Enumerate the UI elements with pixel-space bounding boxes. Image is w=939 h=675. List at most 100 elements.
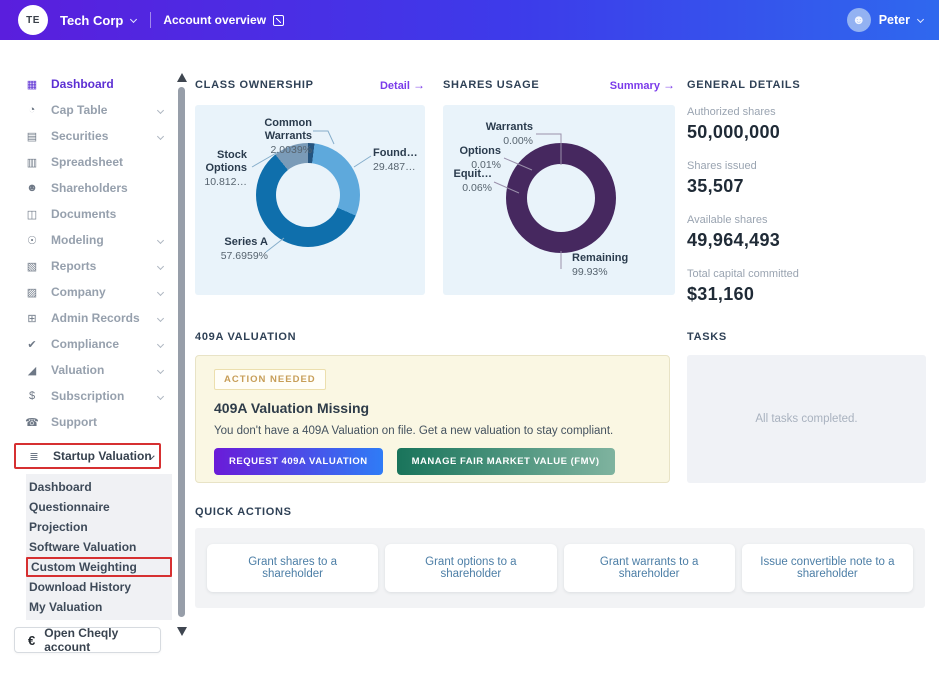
- folder-icon: ◫: [25, 208, 39, 221]
- chevron-down-icon: [157, 288, 164, 295]
- sidebar-item-label: Valuation: [51, 363, 104, 377]
- sidebar-item-subscription[interactable]: $ Subscription: [0, 383, 175, 409]
- chevron-down-icon: [157, 392, 164, 399]
- sidebar-item-shareholders[interactable]: ☻ Shareholders: [0, 175, 175, 201]
- user-name[interactable]: Peter: [879, 13, 910, 27]
- startup-valuation-submenu: Dashboard Questionnaire Projection Softw…: [26, 474, 172, 620]
- submenu-item-my-valuation[interactable]: My Valuation: [26, 597, 172, 617]
- shares-usage-donut-chart[interactable]: [506, 143, 616, 253]
- quick-actions-panel: Grant shares to a shareholder Grant opti…: [195, 528, 925, 608]
- shares-usage-title: SHARES USAGE: [443, 79, 539, 91]
- grant-options-card[interactable]: Grant options to a shareholder: [385, 544, 556, 592]
- sidebar-item-label: Shareholders: [51, 181, 128, 195]
- class-ownership-donut-chart[interactable]: [256, 143, 360, 247]
- building-icon: ▨: [25, 286, 39, 299]
- donut-label-series-a: Series A 57.6959%: [206, 236, 268, 263]
- chart-icon: ◢: [25, 364, 39, 377]
- dollar-icon: $: [25, 390, 39, 402]
- sidebar-item-company[interactable]: ▨ Company: [0, 279, 175, 305]
- sidebar-item-startup-valuation[interactable]: ≣ Startup Valuation: [14, 443, 161, 469]
- sidebar-item-documents[interactable]: ◫ Documents: [0, 201, 175, 227]
- sidebar-item-label: Compliance: [51, 337, 119, 351]
- submenu-item-questionnaire[interactable]: Questionnaire: [26, 497, 172, 517]
- grant-warrants-card[interactable]: Grant warrants to a shareholder: [564, 544, 735, 592]
- chevron-down-icon: [157, 132, 164, 139]
- sidebar-item-modeling[interactable]: ☉ Modeling: [0, 227, 175, 253]
- sidebar-scrollbar-thumb[interactable]: [178, 87, 185, 617]
- sidebar-item-label: Cap Table: [51, 103, 107, 117]
- chevron-down-icon: [157, 366, 164, 373]
- records-icon: ⊞: [25, 312, 39, 325]
- sidebar-item-label: Subscription: [51, 389, 124, 403]
- person-icon: ☻: [25, 182, 39, 194]
- chevron-down-icon: [157, 236, 164, 243]
- chevron-down-icon[interactable]: [130, 15, 137, 22]
- sidebar-item-label: Support: [51, 415, 97, 429]
- report-icon: ▧: [25, 260, 39, 273]
- edit-icon[interactable]: [273, 15, 284, 26]
- detail-authorized-shares: Authorized shares 50,000,000: [687, 105, 926, 143]
- donut-label-options: Options 0.01%: [449, 145, 501, 172]
- valuation-missing-heading: 409A Valuation Missing: [214, 400, 651, 416]
- sidebar-item-valuation[interactable]: ◢ Valuation: [0, 357, 175, 383]
- sidebar-item-reports[interactable]: ▧ Reports: [0, 253, 175, 279]
- spreadsheet-icon: ▥: [25, 156, 39, 169]
- tasks-empty-text: All tasks completed.: [755, 413, 857, 425]
- quick-actions-title: QUICK ACTIONS: [195, 506, 292, 518]
- grant-shares-card[interactable]: Grant shares to a shareholder: [207, 544, 378, 592]
- topbar-divider: [150, 12, 151, 28]
- detail-total-capital-committed: Total capital committed $31,160: [687, 267, 926, 305]
- issue-convertible-note-card[interactable]: Issue convertible note to a shareholder: [742, 544, 913, 592]
- request-409a-valuation-button[interactable]: REQUEST 409A VALUATION: [214, 448, 383, 475]
- manage-fmv-button[interactable]: MANAGE FAIR MARKET VALUE (FMV): [397, 448, 615, 475]
- arrow-right-icon: →: [413, 78, 425, 92]
- submenu-item-projection[interactable]: Projection: [26, 517, 172, 537]
- sidebar-item-cap-table[interactable]: ◔ Cap Table: [0, 97, 175, 123]
- detail-link[interactable]: Detail →: [380, 78, 425, 92]
- sidebar-item-label: Modeling: [51, 233, 104, 247]
- chevron-down-icon: [157, 314, 164, 321]
- donut-label-remaining: Remaining 99.93%: [572, 252, 644, 279]
- valuation-409a-panel: ACTION NEEDED 409A Valuation Missing You…: [195, 355, 670, 483]
- sidebar-item-dashboard[interactable]: ▦ Dashboard: [0, 71, 175, 97]
- sidebar-item-label: Admin Records: [51, 311, 140, 325]
- cheqly-logo-icon: €: [28, 633, 35, 648]
- general-details-title: GENERAL DETAILS: [687, 79, 800, 91]
- submenu-item-software-valuation[interactable]: Software Valuation: [26, 537, 172, 557]
- submenu-item-dashboard[interactable]: Dashboard: [26, 477, 172, 497]
- donut-label-founders: Found… 29.487…: [373, 147, 423, 174]
- tasks-panel: All tasks completed.: [687, 355, 926, 483]
- sidebar-item-label: Securities: [51, 129, 108, 143]
- donut-label-warrants: Warrants 0.00%: [471, 121, 533, 148]
- submenu-item-download-history[interactable]: Download History: [26, 577, 172, 597]
- action-needed-badge: ACTION NEEDED: [214, 369, 326, 390]
- chevron-down-icon: [157, 340, 164, 347]
- sidebar-item-compliance[interactable]: ✔ Compliance: [0, 331, 175, 357]
- pie-chart-icon: ◔: [25, 104, 39, 116]
- shield-icon: ✔: [25, 338, 39, 351]
- sidebar-item-admin-records[interactable]: ⊞ Admin Records: [0, 305, 175, 331]
- sidebar-item-label: Startup Valuation: [53, 449, 152, 463]
- scrollbar-down-arrow[interactable]: [177, 627, 187, 636]
- sidebar-item-label: Spreadsheet: [51, 155, 123, 169]
- open-cheqly-account-button[interactable]: € Open Cheqly account: [14, 627, 161, 653]
- chevron-down-icon: [157, 106, 164, 113]
- donut-label-equity: Equit… 0.06%: [443, 168, 492, 195]
- app-window: TE Tech Corp Account overview ☻ Peter ▦ …: [0, 0, 939, 675]
- sidebar-item-support[interactable]: ☎ Support: [0, 409, 175, 435]
- class-ownership-title: CLASS OWNERSHIP: [195, 79, 314, 91]
- summary-link[interactable]: Summary →: [610, 78, 675, 92]
- valuation-409a-title: 409A VALUATION: [195, 331, 296, 343]
- donut-label-stock-options: Stock Options 10.812…: [197, 149, 247, 189]
- user-avatar[interactable]: ☻: [847, 8, 871, 32]
- sidebar-item-securities[interactable]: ▤ Securities: [0, 123, 175, 149]
- scrollbar-up-arrow[interactable]: [177, 73, 187, 82]
- detail-shares-issued: Shares issued 35,507: [687, 159, 926, 197]
- class-ownership-panel: Common Warrants 2.0039% Stock Options 10…: [195, 105, 425, 295]
- valuation-missing-description: You don't have a 409A Valuation on file.…: [214, 425, 651, 437]
- sidebar-item-spreadsheet[interactable]: ▥ Spreadsheet: [0, 149, 175, 175]
- headset-icon: ☎: [25, 416, 39, 429]
- tasks-title: TASKS: [687, 331, 727, 343]
- chevron-down-icon[interactable]: [917, 15, 924, 22]
- submenu-item-custom-weighting[interactable]: Custom Weighting: [26, 557, 172, 577]
